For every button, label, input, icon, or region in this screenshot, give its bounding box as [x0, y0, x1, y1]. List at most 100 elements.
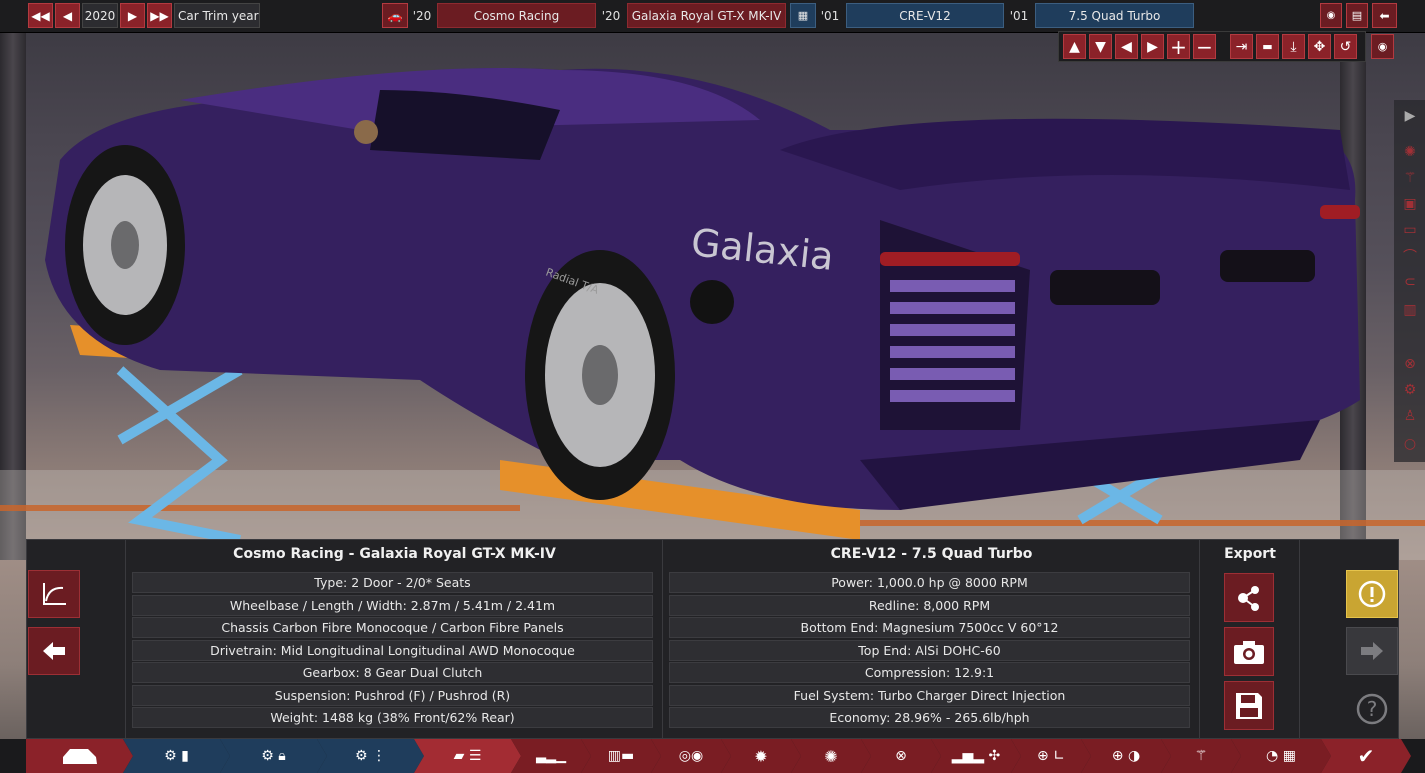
- tool-body[interactable]: ▭: [1398, 218, 1422, 242]
- exhaust-icon: ⊂: [1404, 274, 1416, 290]
- calculator-icon: ▤: [1351, 9, 1363, 22]
- svg-text:?: ?: [1367, 697, 1378, 721]
- next-page-button[interactable]: [1346, 627, 1398, 675]
- tool-rear[interactable]: ⌒: [1398, 244, 1422, 268]
- camera-icon: [1234, 640, 1264, 664]
- curve-graph-button[interactable]: [28, 570, 80, 618]
- collapse-strip-button[interactable]: ▶: [1398, 104, 1422, 128]
- view-move-button[interactable]: ✥: [1308, 34, 1331, 59]
- car-side-icon: ▂▅▂ ✣: [951, 748, 1001, 764]
- engine-family-field[interactable]: CRE-V12: [846, 3, 1004, 28]
- warning-icon: [1358, 580, 1386, 608]
- nav-wheels[interactable]: ✺: [791, 739, 871, 773]
- tool-grille[interactable]: ▥: [1398, 298, 1422, 322]
- nav-finish[interactable]: ◔ ▦: [1231, 739, 1331, 773]
- nav-engine[interactable]: ⚙ 🔒︎: [220, 739, 327, 773]
- camera-left-button[interactable]: ◀: [1115, 34, 1138, 59]
- calculator-button[interactable]: ▤: [1346, 3, 1368, 28]
- first-year-button[interactable]: ◀◀: [28, 3, 53, 28]
- export-share-button[interactable]: [1224, 573, 1274, 622]
- nav-engine-tune[interactable]: ⚙ ⋮: [317, 739, 424, 773]
- next-icon: ▶: [127, 8, 138, 23]
- year-field[interactable]: 2020: [82, 3, 118, 28]
- nav-car[interactable]: [26, 739, 133, 773]
- tool-brake[interactable]: ⊗: [1398, 352, 1422, 376]
- nav-drivetrain[interactable]: ⊕ ∟: [1011, 739, 1091, 773]
- turbo-icon: ⊗: [895, 748, 907, 764]
- rear-wheel: [65, 145, 185, 345]
- camera-icon: ◉: [1377, 40, 1388, 53]
- arrow-right-icon: ▶: [1147, 38, 1158, 55]
- chassis-folder-icon: ⚙ ▮: [164, 748, 189, 764]
- help-button[interactable]: ?: [1346, 685, 1398, 733]
- tool-circle[interactable]: ○: [1398, 432, 1422, 456]
- trim-year-label: Car Trim year: [174, 3, 260, 28]
- view-reset-button[interactable]: ↺: [1334, 34, 1357, 59]
- camera-up-button[interactable]: ▲: [1063, 34, 1086, 59]
- tool-wheel[interactable]: ✺: [1398, 140, 1422, 164]
- car-icon: [60, 744, 100, 768]
- tool-exhaust[interactable]: ⊂: [1398, 270, 1422, 294]
- engine-tree-icon: ⚙ ⋮: [354, 748, 386, 764]
- car-info-row: Gearbox: 8 Gear Dual Clutch: [132, 662, 653, 683]
- car-info-row: Drivetrain: Mid Longitudinal Longitudina…: [132, 640, 653, 661]
- nav-confirm[interactable]: ✔: [1321, 739, 1411, 773]
- prev-year-button[interactable]: ◀: [55, 3, 80, 28]
- tool-person[interactable]: ♙: [1398, 404, 1422, 428]
- car-info-row: Type: 2 Door - 2/0* Seats: [132, 572, 653, 593]
- view-ground-button[interactable]: ⤓: [1282, 34, 1305, 59]
- arrow-left-icon: [43, 642, 65, 660]
- skip-forward-icon: ▶▶: [150, 8, 169, 23]
- camera-snapshot-button[interactable]: ◉: [1371, 34, 1394, 59]
- car-icon: 🚗: [387, 8, 403, 23]
- screenshot-button[interactable]: ◉: [1320, 3, 1342, 28]
- reset-icon: ↺: [1339, 38, 1352, 55]
- rear-icon: ⌒: [1403, 249, 1417, 265]
- arrow-down-icon: ▼: [1095, 38, 1106, 55]
- nav-fixtures[interactable]: ◎◉: [651, 739, 731, 773]
- brand-field[interactable]: Cosmo Racing: [437, 3, 596, 28]
- car-info-row: Chassis Carbon Fibre Monocoque / Carbon …: [132, 617, 653, 638]
- view-align-button[interactable]: ⇥: [1230, 34, 1253, 59]
- tool-settings[interactable]: ⚙: [1398, 378, 1422, 402]
- zoom-in-icon: +: [1170, 34, 1187, 59]
- engine-info-title: CRE-V12 - 7.5 Quad Turbo: [830, 545, 1033, 562]
- nav-car-design[interactable]: ▰ ☰: [414, 739, 521, 773]
- wheel-icon: ✺: [824, 746, 838, 766]
- car-info-row: Suspension: Pushrod (F) / Pushrod (R): [132, 685, 653, 706]
- nav-body[interactable]: ▃▂▁: [511, 739, 591, 773]
- nav-brakes[interactable]: ⊗: [861, 739, 941, 773]
- camera-right-button[interactable]: ▶: [1141, 34, 1164, 59]
- next-year-button[interactable]: ▶: [120, 3, 145, 28]
- view-car-button[interactable]: ▬: [1256, 34, 1279, 59]
- spoiler-icon: ▥▬: [607, 748, 635, 764]
- car-3d-view[interactable]: Galaxia Radial T/A: [0, 40, 1425, 560]
- share-icon: [1238, 585, 1259, 611]
- nav-interior[interactable]: ✹: [721, 739, 801, 773]
- export-save-button[interactable]: [1224, 681, 1274, 730]
- last-year-button[interactable]: ▶▶: [147, 3, 172, 28]
- car-info-title: Cosmo Racing - Galaxia Royal GT-X MK-IV: [233, 545, 556, 562]
- zoom-out-button[interactable]: −: [1193, 34, 1216, 59]
- engine-variant-field[interactable]: 7.5 Quad Turbo: [1035, 3, 1194, 28]
- nav-aero[interactable]: ▥▬: [581, 739, 661, 773]
- model-field[interactable]: Galaxia Royal GT-X MK-IV: [627, 3, 786, 28]
- previous-page-button[interactable]: [28, 627, 80, 675]
- export-screenshot-button[interactable]: [1224, 627, 1274, 676]
- engine-icon: ▦: [797, 9, 809, 22]
- download-icon: ⤓: [1290, 38, 1297, 55]
- car-model-button[interactable]: 🚗: [382, 3, 408, 28]
- engine-bay-icon: ▣: [1403, 196, 1417, 212]
- warnings-button[interactable]: [1346, 570, 1398, 618]
- body-icon: ▭: [1403, 222, 1417, 238]
- zoom-in-button[interactable]: +: [1167, 34, 1190, 59]
- engine-button[interactable]: ▦: [790, 3, 816, 28]
- nav-tuning[interactable]: ⊕ ◑: [1081, 739, 1171, 773]
- camera-down-button[interactable]: ▼: [1089, 34, 1112, 59]
- nav-suspension[interactable]: ▂▅▂ ✣: [931, 739, 1021, 773]
- tool-suspension[interactable]: ⚚: [1398, 166, 1422, 190]
- nav-chassis[interactable]: ⚙ ▮: [123, 739, 230, 773]
- back-button[interactable]: ⬅: [1372, 3, 1397, 28]
- nav-test[interactable]: ⚚: [1161, 739, 1241, 773]
- tool-engine-bay[interactable]: ▣: [1398, 192, 1422, 216]
